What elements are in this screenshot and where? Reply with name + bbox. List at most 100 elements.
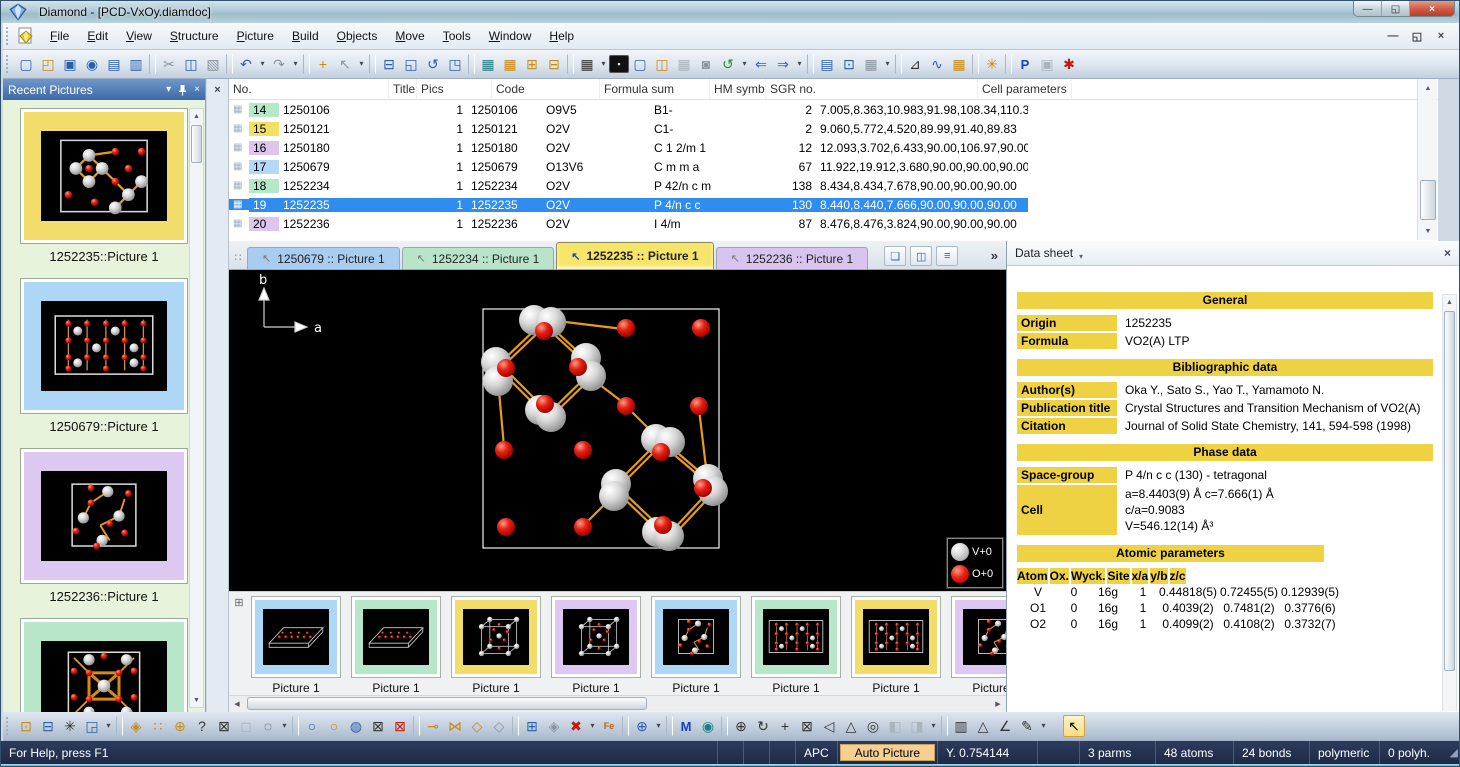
table-pane-close-icon[interactable]: × — [210, 82, 226, 98]
column-header[interactable]: Title — [389, 79, 417, 99]
restore-button[interactable]: ◱ — [1382, 1, 1410, 17]
column-header[interactable]: Cell parameters — [978, 79, 1072, 99]
tray-picture-item[interactable]: Picture 1 — [251, 596, 341, 695]
spin-icon[interactable]: △ — [840, 715, 862, 737]
atom-query-icon[interactable]: ? — [191, 715, 213, 737]
table-yellow-icon[interactable]: ▦ — [499, 53, 521, 75]
tray-picture-item[interactable]: Picture 1 — [951, 596, 1006, 695]
angle-measure-icon[interactable]: △ — [972, 715, 994, 737]
scroll-down-icon[interactable]: ▼ — [190, 693, 203, 707]
tray-picture-item[interactable]: Picture 1 — [351, 596, 441, 695]
scroll-up-icon[interactable]: ▲ — [190, 109, 203, 123]
dotted-sphere-icon[interactable]: ◌ — [257, 715, 279, 737]
delete-atoms-icon[interactable]: ✖ — [565, 715, 587, 737]
locked-picture-icon[interactable]: ◙ — [695, 53, 717, 75]
structure-row[interactable]: ▦ 18 1252234 1 1252234 O2V P 42/n c m 13… — [229, 176, 1438, 195]
add-atom-icon[interactable]: ⊕ — [169, 715, 191, 737]
structure-row[interactable]: ▦ 20 1252236 1 1252236 O2V I 4/m 87 8.47… — [229, 214, 1438, 233]
select-icon[interactable]: ↖ — [334, 53, 356, 75]
copy-icon[interactable]: ◫ — [180, 53, 202, 75]
save-icon[interactable]: ▣ — [59, 53, 81, 75]
menu-item[interactable]: Help — [540, 26, 583, 46]
next-caret-icon[interactable]: ▾ — [794, 53, 805, 75]
tray-picture-item[interactable]: Picture 1 — [451, 596, 541, 695]
tab-list-button[interactable]: ≡ — [936, 246, 958, 266]
menu-item[interactable]: Structure — [161, 26, 228, 46]
table-scrollbar[interactable]: ▲ ▼ — [1417, 79, 1437, 240]
menu-item[interactable]: Tools — [434, 26, 480, 46]
color-scheme-icon[interactable]: ⊕ — [631, 715, 653, 737]
video-icon[interactable]: ✱ — [1058, 53, 1080, 75]
structure-row[interactable]: ▦ 16 1250180 1 1250180 O2V C 1 2/m 1 12 … — [229, 138, 1438, 157]
menu-item[interactable]: View — [117, 26, 161, 46]
menu-item[interactable]: Objects — [328, 26, 387, 46]
build-wizard-icon[interactable]: ✳ — [59, 715, 81, 737]
recent-picture-item[interactable]: 1252236::Picture 1 — [20, 448, 188, 604]
scroll-right-icon[interactable]: ▶ — [990, 696, 1006, 711]
history-icon[interactable]: ↺ — [717, 53, 739, 75]
pack-cell-icon[interactable]: ◍ — [345, 715, 367, 737]
paste-icon[interactable]: ▧ — [202, 53, 224, 75]
fe-label-icon[interactable]: Fe — [598, 715, 620, 737]
undo-icon[interactable]: ↶ — [235, 53, 257, 75]
structure-canvas[interactable]: b a — [229, 270, 1006, 591]
render-icon[interactable]: ◉ — [697, 715, 719, 737]
scrollbar-thumb[interactable] — [247, 697, 647, 710]
powder-pattern-icon[interactable]: ∿ — [926, 53, 948, 75]
restore-view-icon[interactable]: ↺ — [422, 53, 444, 75]
menu-item[interactable]: Picture — [228, 26, 283, 46]
scroll-down-icon[interactable]: ▼ — [1418, 223, 1438, 239]
table-view-icon[interactable]: ▦ — [860, 53, 882, 75]
cell-box-icon[interactable]: ⊞ — [521, 715, 543, 737]
new-picture-icon[interactable]: ▢ — [629, 53, 651, 75]
properties-view-icon[interactable]: ⊡ — [838, 53, 860, 75]
add-atoms-icon[interactable]: ∷ — [147, 715, 169, 737]
open-icon[interactable]: ◰ — [37, 53, 59, 75]
structure-row[interactable]: ▦ 19 1252235 1 1252235 O2V P 4/n c c 130… — [229, 195, 1438, 214]
table-view-caret-icon[interactable]: ▾ — [882, 53, 893, 75]
recent-picture-item[interactable] — [20, 618, 188, 712]
translate-icon[interactable]: ⊕ — [730, 715, 752, 737]
arrange-pictures-button[interactable]: ◫ — [910, 246, 932, 266]
picture-thumbnail-icon[interactable]: ▪ — [609, 55, 629, 73]
column-header[interactable]: No. — [229, 79, 389, 99]
view-filter-icon[interactable]: ◲ — [81, 715, 103, 737]
recent-picture-item[interactable]: 1252235::Picture 1 — [20, 108, 188, 264]
close-button[interactable]: × — [1410, 1, 1454, 17]
move-icon[interactable]: + — [774, 715, 796, 737]
datasheet-view-icon[interactable]: ▤ — [816, 53, 838, 75]
coordination-icon[interactable]: ⋈ — [444, 715, 466, 737]
gallery-icon[interactable]: ▦ — [673, 53, 695, 75]
column-header[interactable]: Formula sum — [600, 79, 710, 99]
minimize-button[interactable]: — — [1354, 1, 1382, 17]
copy-picture-icon[interactable]: ◫ — [651, 53, 673, 75]
filter-caret-icon[interactable]: ▾ — [103, 715, 114, 737]
fly-icon[interactable]: ◨ — [906, 715, 928, 737]
assistant-icon[interactable]: ✳ — [981, 53, 1003, 75]
picture-tab[interactable]: ↖ 1250679 :: Picture 1 — [247, 247, 400, 269]
menu-item[interactable]: Move — [386, 26, 433, 46]
tray-grid-icon[interactable]: ⊞ — [231, 594, 247, 610]
structure-row[interactable]: ▦ 17 1250679 1 1250679 O13V6 C m m a 67 … — [229, 157, 1438, 176]
status-auto-picture[interactable]: Auto Picture — [837, 741, 937, 764]
walk-icon[interactable]: ◧ — [884, 715, 906, 737]
tray-picture-item[interactable]: Picture 1 — [651, 596, 741, 695]
edit-comment-icon[interactable]: ⊟ — [37, 715, 59, 737]
picture-tab[interactable]: ↖ 1252234 :: Picture 1 — [402, 247, 555, 269]
create-bond-icon[interactable]: ⊸ — [422, 715, 444, 737]
measure-caret-icon[interactable]: ▾ — [1038, 715, 1049, 737]
rotate-icon[interactable]: ↻ — [752, 715, 774, 737]
table-green-icon[interactable]: ▦ — [477, 53, 499, 75]
navigation-pane-icon[interactable]: ⊟ — [378, 53, 400, 75]
picture-properties-icon[interactable]: ⊡ — [15, 715, 37, 737]
select-caret-icon[interactable]: ▾ — [356, 53, 367, 75]
menu-item[interactable]: Window — [480, 26, 541, 46]
data-sheet-scrollbar[interactable]: ▲ ▼ — [1442, 294, 1457, 711]
print-icon[interactable]: ▥ — [125, 53, 147, 75]
undo-caret-icon[interactable]: ▾ — [257, 53, 268, 75]
scrollbar-thumb[interactable] — [1420, 180, 1436, 220]
mdi-minimize-icon[interactable]: — — [1385, 30, 1401, 43]
history-caret-icon[interactable]: ▾ — [739, 53, 750, 75]
menu-item[interactable]: File — [41, 26, 78, 46]
data-grid-icon[interactable]: ▦ — [576, 53, 598, 75]
